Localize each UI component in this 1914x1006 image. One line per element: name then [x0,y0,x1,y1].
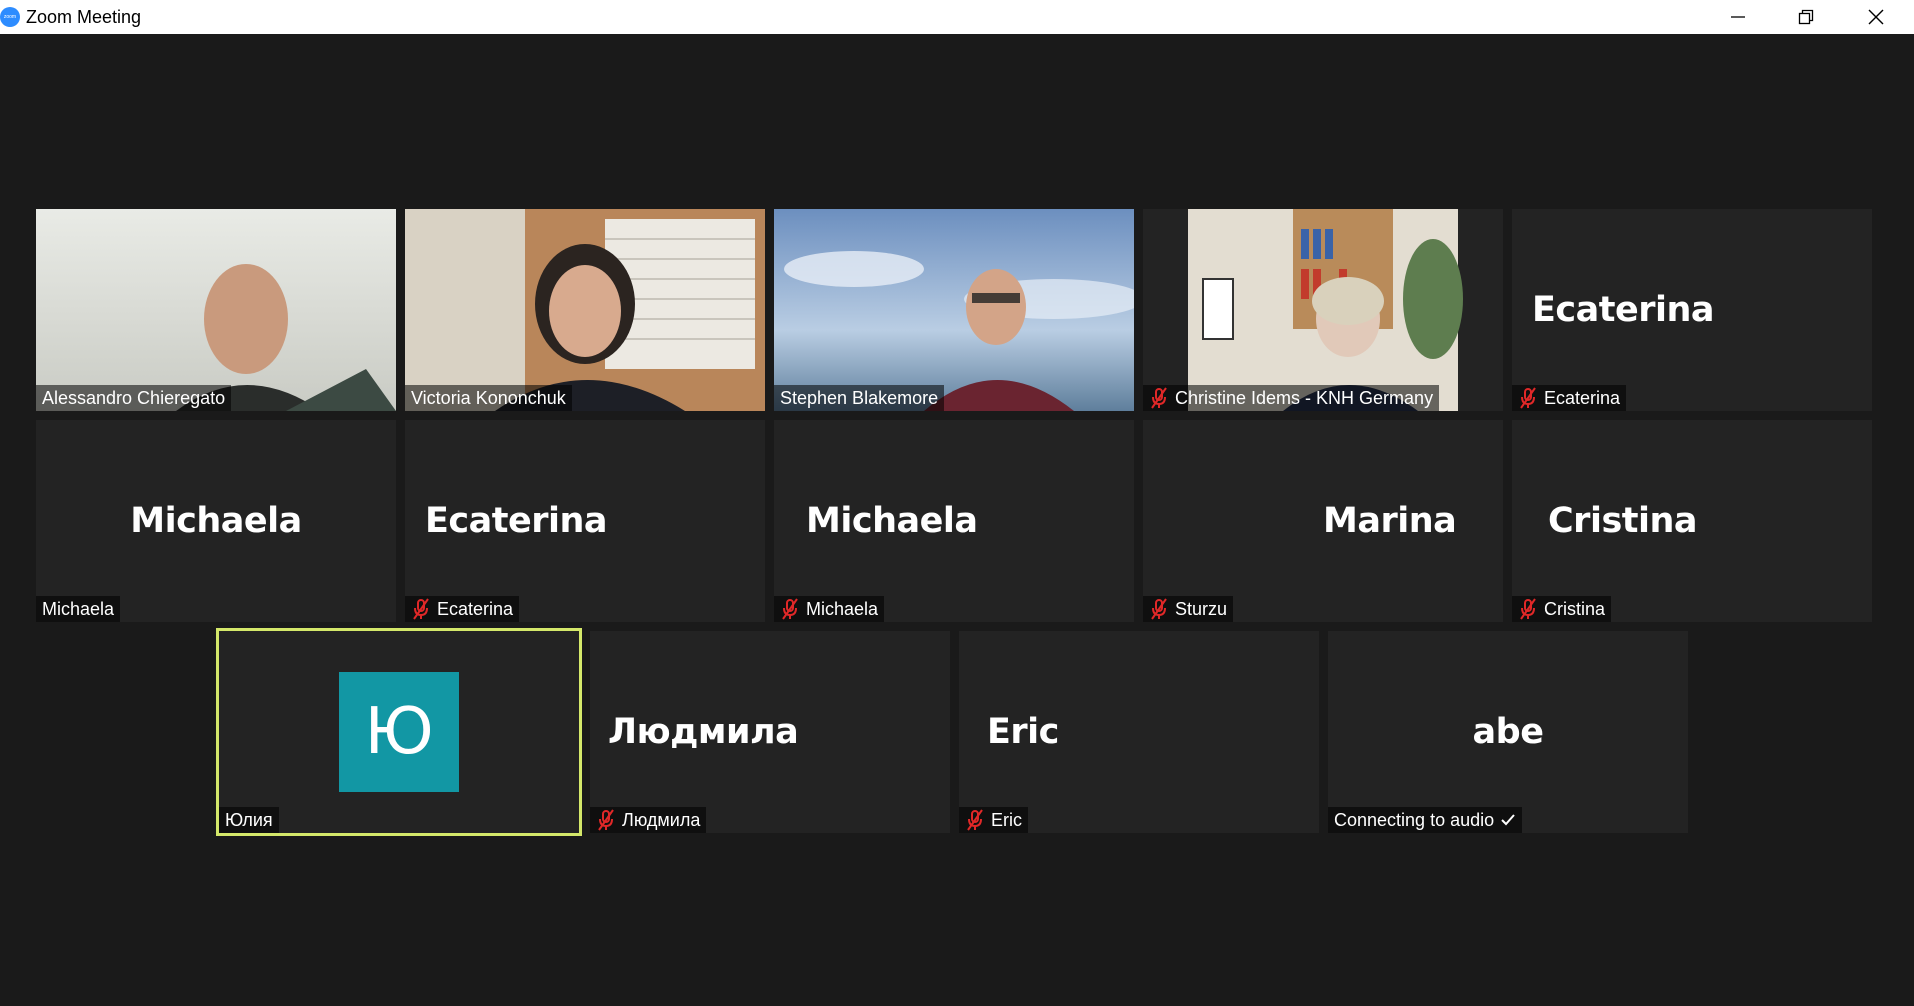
mic-muted-icon [967,809,983,831]
title-bar: zoom Zoom Meeting [0,0,1914,34]
participant-video [774,209,1134,411]
participant-name-label: Ecaterina [1512,385,1627,411]
participant-name-label: Stephen Blakemore [774,385,945,411]
window-title: Zoom Meeting [26,7,142,27]
mic-muted-icon [782,598,798,620]
minimize-icon [1731,16,1745,18]
participant-tile[interactable]: Ecaterina Ecaterina [405,420,765,622]
participant-tile[interactable]: abe Connecting to audio [1328,631,1688,833]
close-icon [1868,9,1884,25]
checkmark-icon [1501,814,1515,826]
participant-tile[interactable]: Michaela Michaela [774,420,1134,622]
participant-display-name: Людмила [608,712,799,752]
participant-name-label: Людмила [590,807,707,833]
participant-name-label: Christine Idems - KNH Germany [1143,385,1440,411]
participant-display-name: Marina [1323,501,1457,541]
close-button[interactable] [1846,0,1906,34]
mic-muted-icon [1520,598,1536,620]
participant-tile[interactable]: Christine Idems - KNH Germany [1143,209,1503,411]
participant-video [405,209,765,411]
minimize-button[interactable] [1708,0,1768,34]
participant-video [36,209,396,411]
participant-display-name: abe [1472,712,1544,752]
participant-name-label: Sturzu [1143,596,1234,622]
participant-tile[interactable]: Alessandro Chieregato [36,209,396,411]
participant-tile[interactable]: Victoria Kononchuk [405,209,765,411]
mic-muted-icon [1151,387,1167,409]
mic-muted-icon [598,809,614,831]
participant-display-name: Michaela [806,501,978,541]
restore-button[interactable] [1776,0,1836,34]
participant-name-label: Cristina [1512,596,1612,622]
mic-muted-icon [1520,387,1536,409]
participant-name-label: Connecting to audio [1328,807,1523,833]
participant-display-name: Ecaterina [425,501,608,541]
participant-name-label: Alessandro Chieregato [36,385,232,411]
participant-name-label: Victoria Kononchuk [405,385,572,411]
participant-display-name: Michaela [130,501,302,541]
gallery-view: Alessandro Chieregato Victoria Kononchuk [0,34,1914,1006]
mic-muted-icon [413,598,429,620]
zoom-logo-icon: zoom [0,7,20,27]
participant-tile-active-speaker[interactable]: Ю Юлия [216,628,582,836]
participant-name-label: Michaela [774,596,885,622]
participant-name-label: Юлия [219,807,279,833]
restore-icon [1798,9,1814,25]
participant-name-label: Michaela [36,596,121,622]
participant-display-name: Cristina [1548,501,1698,541]
participant-tile[interactable]: Marina Sturzu [1143,420,1503,622]
participant-tile[interactable]: Michaela Michaela [36,420,396,622]
participant-video [1143,209,1503,411]
participant-display-name: Eric [987,712,1059,752]
participant-display-name: Ecaterina [1532,290,1715,330]
participant-tile[interactable]: Cristina Cristina [1512,420,1872,622]
participant-tile[interactable]: Eric Eric [959,631,1319,833]
participant-name-label: Eric [959,807,1028,833]
participant-name-label: Ecaterina [405,596,520,622]
participant-tile[interactable]: Ecaterina Ecaterina [1512,209,1872,411]
mic-muted-icon [1151,598,1167,620]
participant-avatar: Ю [339,672,459,792]
participant-tile[interactable]: Stephen Blakemore [774,209,1134,411]
participant-tile[interactable]: Людмила Людмила [590,631,950,833]
